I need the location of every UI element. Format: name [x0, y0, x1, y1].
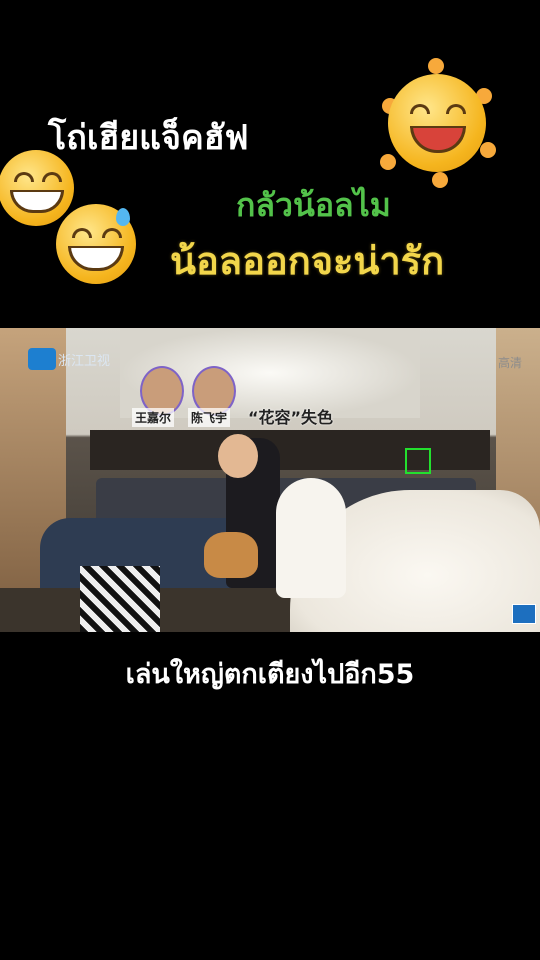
person-head [218, 434, 258, 478]
channel-logo-text: 浙江卫视 [58, 354, 111, 369]
video-frame[interactable]: 浙江卫视 高清 王嘉尔 陈飞宇 “花容”失色 [0, 328, 540, 632]
quality-label: 高清 [498, 356, 523, 370]
smiling-sun-icon [376, 58, 496, 188]
channel-logo-icon [28, 348, 56, 370]
grinning-face-sweat-icon [56, 204, 136, 284]
caption-line-2: กลัวน้อลไม [236, 186, 391, 224]
watermark-icon [512, 604, 536, 624]
name-tag: 陈飞宇 [188, 408, 231, 427]
face-detection-box [405, 448, 431, 474]
dog [204, 532, 258, 578]
name-tag: 王嘉尔 [132, 408, 175, 427]
checkered-blanket [80, 566, 160, 632]
flower-caption: “花容”失色 [248, 408, 334, 427]
alpaca-neck [276, 478, 346, 598]
caption-line-1: โถ่เฮียแจ็คฮัฟ [48, 118, 249, 158]
caption-line-3: น้อลออกจะน่ารัก [170, 239, 445, 283]
subtitle: เล่นใหญ่ตกเตียงไปอีก55 [125, 659, 415, 690]
grinning-face-icon [0, 150, 74, 226]
